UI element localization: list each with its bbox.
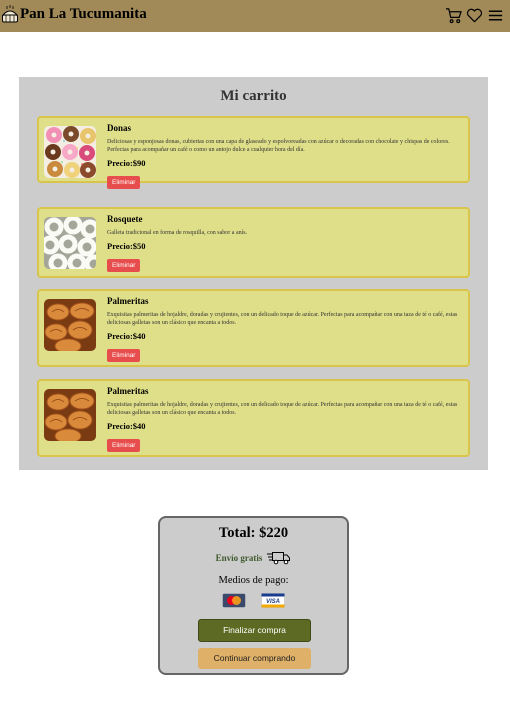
shipping-info: Envío gratis — [160, 551, 347, 565]
cart-title: Mi carrito — [220, 88, 287, 104]
cart-item: Palmeritas Exquisitas palmeritas de hoja… — [37, 379, 470, 457]
order-summary: Total: $220 Envío gratis Medios de pago:… — [158, 516, 349, 675]
palmeritas-image — [44, 389, 96, 441]
remove-button[interactable]: Eliminar — [107, 439, 141, 452]
order-total: Total: $220 — [218, 525, 289, 541]
palmeritas-image — [44, 299, 96, 351]
bread-basket-icon — [1, 5, 19, 23]
item-price: Precio:$50 — [107, 241, 146, 251]
item-name: Donas — [107, 123, 132, 133]
item-description: Exquisitas palmeritas de hojaldre, dorad… — [107, 312, 458, 326]
remove-button[interactable]: Eliminar — [107, 349, 141, 362]
svg-text:VISA: VISA — [266, 599, 280, 605]
visa-icon: VISA — [261, 593, 285, 608]
item-price: Precio:$40 — [107, 421, 146, 431]
item-description: Deliciosas y esponjosas donas, cubiertas… — [107, 139, 450, 153]
brand[interactable]: Pan La Tucumanita — [1, 4, 147, 24]
finish-purchase-button[interactable]: Finalizar compra — [198, 619, 311, 642]
item-name: Rosquete — [107, 214, 143, 224]
nav-icons — [445, 7, 504, 24]
cart-panel: Mi carrito Donas Deliciosas y esponjosas… — [19, 77, 488, 470]
payment-methods: VISA — [160, 593, 347, 608]
remove-button[interactable]: Eliminar — [107, 259, 141, 272]
rosquete-image — [44, 217, 96, 269]
cart-item: Donas Deliciosas y esponjosas donas, cub… — [37, 116, 470, 189]
item-name: Palmeritas — [107, 296, 149, 306]
shipping-label: Envío gratis — [215, 553, 263, 563]
top-navbar: Pan La Tucumanita — [0, 0, 510, 32]
cart-item: Palmeritas Exquisitas palmeritas de hoja… — [37, 289, 470, 367]
cart-item: Rosquete Galleta tradicional en forma de… — [37, 207, 470, 278]
truck-icon — [267, 552, 291, 565]
item-name: Palmeritas — [107, 386, 149, 396]
item-description: Exquisitas palmeritas de hojaldre, dorad… — [107, 402, 458, 416]
brand-name: Pan La Tucumanita — [20, 6, 147, 22]
cart-icon[interactable] — [445, 7, 462, 24]
remove-button[interactable]: Eliminar — [107, 176, 141, 189]
payment-methods-label: Medios de pago: — [218, 575, 289, 586]
item-description: Galleta tradicional en forma de rosquill… — [107, 230, 248, 236]
donuts-image — [44, 126, 96, 178]
mastercard-icon — [222, 593, 246, 608]
menu-icon[interactable] — [487, 7, 504, 24]
continue-shopping-button[interactable]: Continuar comprando — [198, 648, 311, 669]
item-price: Precio:$90 — [107, 158, 146, 168]
item-price: Precio:$40 — [107, 331, 146, 341]
heart-icon[interactable] — [466, 7, 483, 24]
